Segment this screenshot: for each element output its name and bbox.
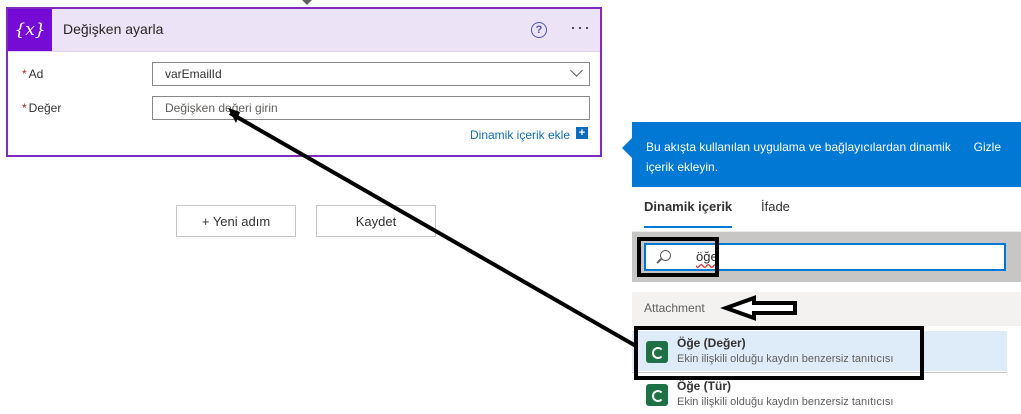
set-variable-card: {x} Değişken ayarla ? ··· * Ad varEmailId… — [6, 7, 602, 157]
name-dropdown-value: varEmailId — [165, 67, 222, 81]
hide-button[interactable]: Gizle — [974, 137, 1001, 157]
more-options-icon[interactable]: ··· — [570, 17, 591, 38]
list-item[interactable]: Öğe (Tür) Ekin ilişkili olduğu kaydın be… — [632, 374, 1007, 414]
dataverse-icon — [646, 341, 668, 363]
new-step-button[interactable]: + Yeni adım — [176, 205, 296, 237]
panel-header: Bu akışta kullanılan uygulama ve bağlayı… — [632, 122, 1021, 187]
value-input-placeholder: Değişken değeri girin — [165, 101, 278, 115]
add-dynamic-content-link[interactable]: Dinamik içerik ekle — [470, 128, 570, 142]
dataverse-icon — [646, 384, 668, 406]
connector-arrow — [302, 0, 312, 5]
panel-pointer — [622, 138, 632, 158]
card-title: Değişken ayarla — [63, 21, 164, 37]
save-button[interactable]: Kaydet — [316, 205, 436, 237]
item-description: Ekin ilişkili olduğu kaydın benzersiz ta… — [677, 396, 894, 408]
item-title: Öğe (Değer) — [677, 336, 746, 350]
add-dynamic-content-icon[interactable]: + — [576, 127, 588, 139]
section-header-attachment: Attachment — [632, 292, 1021, 326]
chevron-down-icon — [570, 64, 583, 77]
name-dropdown[interactable]: varEmailId — [152, 62, 590, 86]
search-value: öğe — [696, 249, 718, 264]
list-item[interactable]: Öğe (Değer) Ekin ilişkili olduğu kaydın … — [632, 331, 1007, 371]
value-label: * Değer — [22, 101, 62, 115]
variable-icon: {x} — [8, 9, 52, 51]
tab-expression[interactable]: İfade — [761, 199, 790, 214]
panel-tabs: Dinamik içerik İfade — [632, 187, 1021, 232]
dynamic-content-panel: Bu akışta kullanılan uygulama ve bağlayı… — [632, 122, 1021, 414]
item-title: Öğe (Tür) — [677, 379, 731, 393]
search-area: öğe — [632, 232, 1021, 282]
search-icon — [660, 250, 671, 261]
name-label: * Ad — [22, 67, 44, 81]
panel-description: Bu akışta kullanılan uygulama ve bağlayı… — [646, 140, 951, 174]
item-description: Ekin ilişkili olduğu kaydın benzersiz ta… — [677, 353, 894, 365]
section-label: Attachment — [644, 301, 705, 315]
value-input[interactable]: Değişken değeri girin — [152, 96, 590, 120]
help-icon[interactable]: ? — [531, 22, 547, 38]
item-divider — [632, 372, 1007, 373]
tab-dynamic-content[interactable]: Dinamik içerik — [644, 199, 733, 228]
card-header[interactable]: {x} Değişken ayarla ? ··· — [8, 9, 600, 52]
search-input[interactable]: öğe — [644, 243, 1006, 271]
